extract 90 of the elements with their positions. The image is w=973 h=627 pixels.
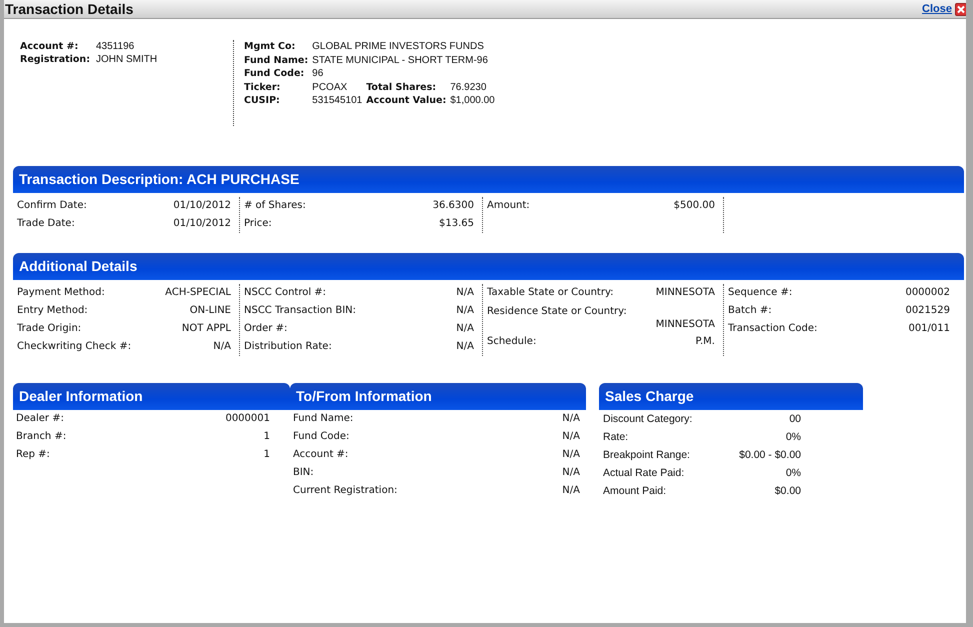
- field-value: ON-LINE: [190, 304, 231, 318]
- field-value: JOHN SMITH: [96, 53, 158, 66]
- field-label: Rate:: [603, 430, 628, 445]
- field-value: 531545101: [312, 94, 362, 108]
- field-value: N/A: [456, 286, 474, 300]
- field-value: $0.00: [774, 484, 801, 499]
- field-label: Residence State or Country:: [487, 305, 628, 318]
- field-label: Total Shares:: [366, 80, 438, 94]
- field-value: N/A: [456, 322, 474, 336]
- close-link[interactable]: Close: [922, 3, 952, 15]
- field-value: 01/10/2012: [173, 199, 231, 213]
- panel-header: To/From Information: [290, 383, 586, 410]
- field-label: Ticker:: [244, 80, 282, 94]
- field-label: Amount:: [487, 199, 530, 213]
- section-header: Transaction Description: ACH PURCHASE: [13, 166, 964, 193]
- field-label: Trade Date:: [17, 217, 75, 231]
- field-label: Fund Code:: [293, 430, 350, 444]
- field-value: 0000001: [225, 412, 270, 426]
- field-value: N/A: [562, 484, 580, 498]
- field-label: Fund Name:: [293, 412, 354, 426]
- field-label: Distribution Rate:: [244, 340, 332, 354]
- field-label: Fund Code:: [244, 67, 306, 80]
- field-value: 0%: [786, 430, 801, 445]
- field-value: 0021529: [905, 304, 950, 318]
- panel-header: Dealer Information: [13, 383, 290, 410]
- field-label: Trade Origin:: [17, 322, 82, 336]
- field-value: N/A: [562, 412, 580, 426]
- field-label: Order #:: [244, 322, 288, 336]
- field-label: Account #:: [293, 448, 348, 462]
- field-label: Batch #:: [728, 304, 772, 318]
- field-value: 4351196: [96, 40, 134, 53]
- close-icon[interactable]: [955, 2, 966, 16]
- field-value: 00: [789, 412, 801, 427]
- field-value: 01/10/2012: [173, 217, 231, 231]
- field-label: Registration:: [20, 53, 90, 66]
- field-label: BIN:: [293, 466, 314, 480]
- field-value: MINNESOTA: [656, 286, 715, 300]
- field-label: Mgmt Co:: [244, 40, 296, 54]
- field-value: 1: [264, 430, 270, 444]
- field-label: Schedule:: [487, 335, 536, 349]
- field-value: P.M.: [696, 335, 715, 349]
- field-value: MINNESOTA: [656, 318, 715, 331]
- field-label: Current Registration:: [293, 484, 398, 498]
- field-value: N/A: [456, 304, 474, 318]
- field-value: PCOAX: [312, 80, 348, 94]
- field-label: Amount Paid:: [603, 484, 666, 499]
- field-label: Taxable State or Country:: [487, 286, 614, 300]
- field-label: Sequence #:: [728, 286, 792, 300]
- field-value: GLOBAL PRIME INVESTORS FUNDS: [312, 40, 485, 54]
- field-value: $1,000.00: [450, 94, 495, 108]
- section-header: Additional Details: [13, 253, 964, 280]
- field-value: N/A: [562, 466, 580, 480]
- field-label: Payment Method:: [17, 286, 105, 300]
- field-label: Breakpoint Range:: [603, 448, 690, 463]
- field-value: $0.00 - $0.00: [739, 448, 801, 463]
- field-label: Branch #:: [16, 430, 66, 444]
- field-label: Actual Rate Paid:: [603, 466, 684, 481]
- field-label: Price:: [244, 217, 272, 231]
- field-value: N/A: [456, 340, 474, 354]
- field-value: N/A: [562, 448, 580, 462]
- field-label: Confirm Date:: [17, 199, 87, 213]
- field-value: $13.65: [439, 217, 474, 231]
- window-title: Transaction Details: [5, 1, 134, 17]
- field-value: N/A: [562, 430, 580, 444]
- field-label: Account Value:: [366, 94, 446, 108]
- field-label: CUSIP:: [244, 94, 281, 108]
- field-label: NSCC Transaction BIN:: [244, 304, 356, 318]
- field-label: Checkwriting Check #:: [17, 340, 132, 354]
- field-label: Rep #:: [16, 448, 50, 462]
- panel-header: Sales Charge: [599, 383, 863, 410]
- field-value: 1: [264, 448, 270, 462]
- field-label: Dealer #:: [16, 412, 64, 426]
- field-value: ACH-SPECIAL: [165, 286, 231, 300]
- field-label: NSCC Control #:: [244, 286, 326, 300]
- field-label: Account #:: [20, 40, 80, 53]
- field-value: 76.9230: [450, 80, 488, 94]
- field-value: NOT APPL: [182, 322, 231, 336]
- field-value: 0%: [786, 466, 801, 481]
- field-label: Entry Method:: [17, 304, 88, 318]
- field-value: 36.6300: [432, 199, 474, 213]
- field-label: Fund Name:: [244, 54, 308, 67]
- field-value: $500.00: [674, 199, 715, 213]
- field-label: Discount Category:: [603, 412, 692, 427]
- field-label: Transaction Code:: [728, 322, 818, 336]
- field-value: N/A: [213, 340, 231, 354]
- field-value: STATE MUNICIPAL - SHORT TERM-96: [312, 54, 489, 67]
- field-value: 0000002: [905, 286, 950, 300]
- field-value: 001/011: [908, 322, 950, 336]
- field-value: 96: [312, 67, 324, 80]
- field-label: # of Shares:: [244, 199, 306, 213]
